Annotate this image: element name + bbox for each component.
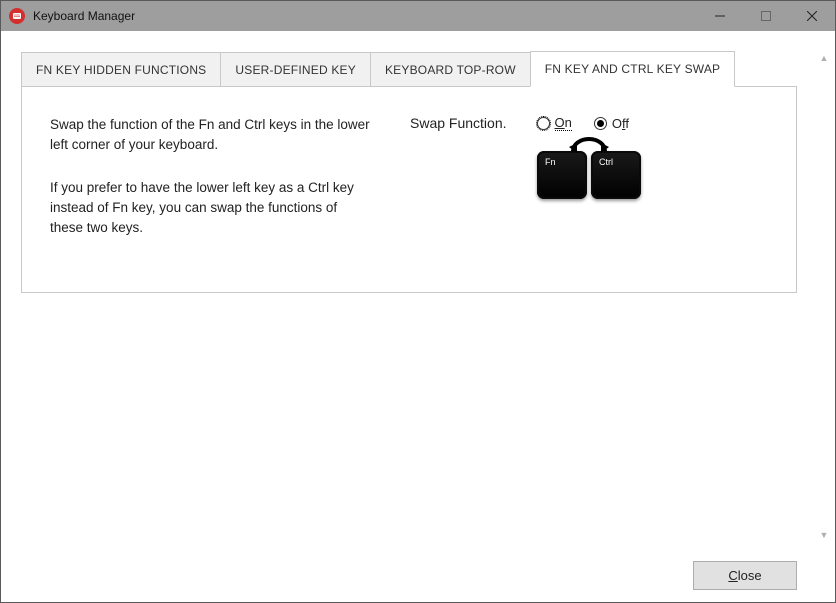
radio-off-circle bbox=[594, 117, 607, 130]
tab-user-defined-key[interactable]: USER-DEFINED KEY bbox=[220, 52, 371, 87]
keys-illustration: Fn Ctrl bbox=[410, 151, 768, 199]
button-bar: Close bbox=[21, 547, 797, 590]
tab-keyboard-top-row[interactable]: KEYBOARD TOP-ROW bbox=[370, 52, 531, 87]
close-button[interactable]: Close bbox=[693, 561, 797, 590]
swap-radio-group: On Off bbox=[537, 115, 630, 131]
tab-strip: FN KEY HIDDEN FUNCTIONS USER-DEFINED KEY… bbox=[21, 51, 797, 87]
titlebar: Keyboard Manager bbox=[1, 1, 835, 31]
tab-panel-fn-ctrl-swap: Swap the function of the Fn and Ctrl key… bbox=[21, 86, 797, 293]
key-ctrl: Ctrl bbox=[591, 151, 641, 199]
app-icon bbox=[9, 8, 25, 24]
minimize-icon bbox=[715, 11, 725, 21]
scroll-up-arrow-icon[interactable]: ▲ bbox=[817, 51, 831, 65]
window-controls bbox=[697, 1, 835, 31]
maximize-button[interactable] bbox=[743, 1, 789, 31]
minimize-button[interactable] bbox=[697, 1, 743, 31]
radio-on-circle bbox=[537, 117, 550, 130]
description-paragraph-2: If you prefer to have the lower left key… bbox=[50, 178, 370, 239]
maximize-icon bbox=[761, 11, 771, 21]
close-window-button[interactable] bbox=[789, 1, 835, 31]
scrollbar[interactable]: ▲ ▼ bbox=[817, 51, 831, 542]
radio-on-label: On bbox=[555, 115, 572, 131]
window-root: Keyboard Manager ▲ ▼ FN KEY HIDDEN FUNCT… bbox=[0, 0, 836, 603]
close-icon bbox=[807, 11, 817, 21]
tab-fn-ctrl-swap[interactable]: FN KEY AND CTRL KEY SWAP bbox=[530, 51, 736, 87]
window-title: Keyboard Manager bbox=[33, 9, 697, 23]
tab-fn-hidden-functions[interactable]: FN KEY HIDDEN FUNCTIONS bbox=[21, 52, 221, 87]
scroll-down-arrow-icon[interactable]: ▼ bbox=[817, 528, 831, 542]
radio-off[interactable]: Off bbox=[594, 116, 629, 131]
swap-arrow-icon bbox=[567, 137, 611, 155]
key-fn: Fn bbox=[537, 151, 587, 199]
radio-off-label: Off bbox=[612, 116, 629, 131]
description-paragraph-1: Swap the function of the Fn and Ctrl key… bbox=[50, 115, 370, 156]
tab-container: FN KEY HIDDEN FUNCTIONS USER-DEFINED KEY… bbox=[21, 51, 797, 547]
swap-function-label: Swap Function. bbox=[410, 115, 507, 131]
content-area: ▲ ▼ FN KEY HIDDEN FUNCTIONS USER-DEFINED… bbox=[1, 31, 835, 602]
radio-on[interactable]: On bbox=[537, 115, 572, 131]
